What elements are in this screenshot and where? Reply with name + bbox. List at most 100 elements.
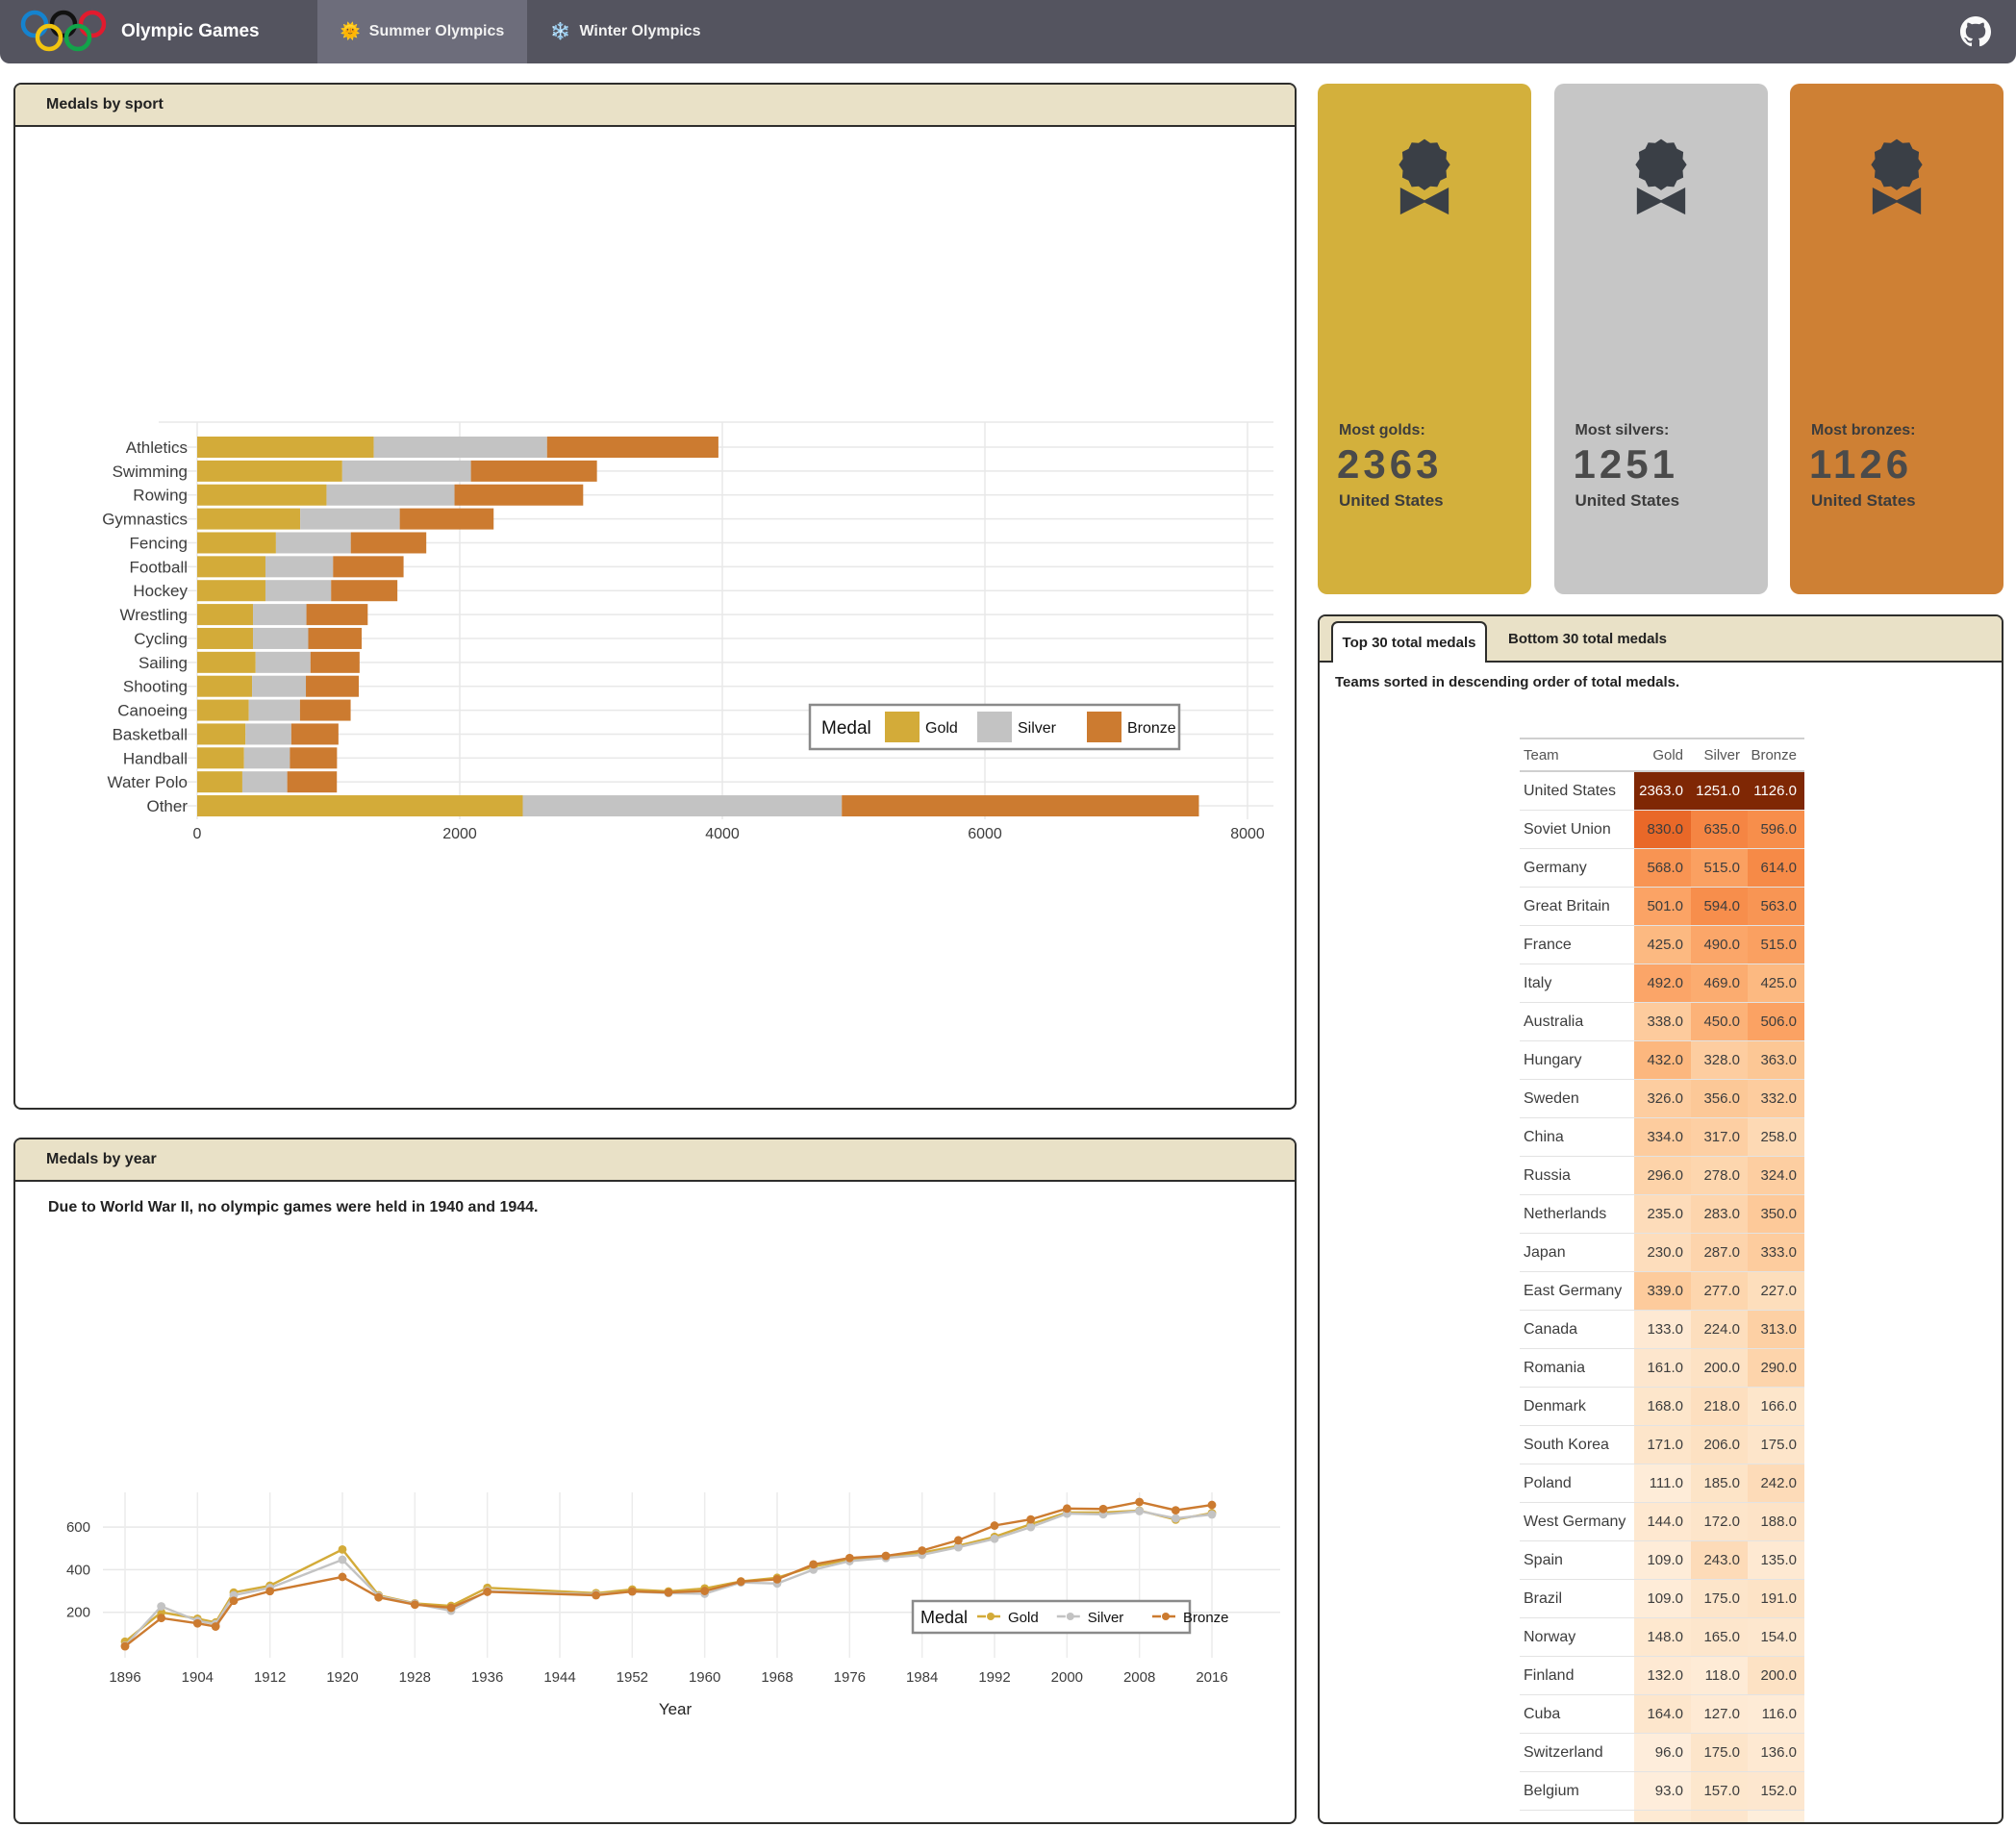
legend-label-silver[interactable]: Silver <box>1088 1610 1124 1626</box>
legend-label-bronze[interactable]: Bronze <box>1127 720 1176 737</box>
team-cell: Soviet Union <box>1520 811 1634 849</box>
x-tick-label: 1976 <box>834 1669 866 1686</box>
table-row: Italy492.0469.0425.0 <box>1520 964 1804 1003</box>
bronze-value-cell: 200.0 <box>1748 1657 1804 1695</box>
legend-swatch-bronze[interactable] <box>1087 712 1121 742</box>
x-tick-label: 1960 <box>689 1669 720 1686</box>
point-silver <box>1026 1523 1035 1532</box>
legend-dot-bronze[interactable] <box>1162 1613 1170 1620</box>
legend-label-bronze[interactable]: Bronze <box>1183 1610 1229 1626</box>
team-cell: Brazil <box>1520 1580 1634 1618</box>
github-icon[interactable] <box>1960 16 1991 47</box>
bar-legend[interactable]: MedalGoldSilverBronze <box>810 705 1179 749</box>
point-bronze <box>592 1591 600 1600</box>
point-bronze <box>212 1622 220 1631</box>
legend-dot-silver[interactable] <box>1067 1613 1074 1620</box>
line-legend[interactable]: MedalGoldSilverBronze <box>913 1601 1229 1633</box>
legend-swatch-silver[interactable] <box>977 712 1012 742</box>
bar-segment-bronze <box>288 771 338 792</box>
bar-segment-bronze <box>333 556 403 577</box>
rosette-circle <box>1399 139 1449 190</box>
bar-segment-gold <box>197 556 265 577</box>
category-label: Wrestling <box>119 606 188 624</box>
tab-winter-olympics[interactable]: ❄️ Winter Olympics <box>527 0 723 63</box>
bar-segment-bronze <box>842 795 1198 816</box>
point-silver <box>339 1556 347 1564</box>
team-cell: Australia <box>1520 1003 1634 1041</box>
silver-value-cell: 356.0 <box>1691 1080 1748 1118</box>
silver-value-cell: 118.0 <box>1691 1657 1748 1695</box>
gold-value-cell: 93.0 <box>1634 1772 1691 1811</box>
category-label: Basketball <box>113 725 188 743</box>
point-silver <box>1208 1511 1217 1519</box>
bar-segment-silver <box>252 676 306 697</box>
silver-value-cell: 317.0 <box>1691 1118 1748 1157</box>
col-gold: Gold <box>1634 738 1691 771</box>
medals-table: Team Gold Silver Bronze United States236… <box>1520 738 1804 1824</box>
point-bronze <box>773 1575 782 1584</box>
legend-label-gold[interactable]: Gold <box>925 720 958 737</box>
most-silvers-team: United States <box>1575 491 1680 511</box>
bar-segment-silver <box>326 485 454 506</box>
legend-label-gold[interactable]: Gold <box>1008 1610 1039 1626</box>
medal-rosette-icon <box>1625 132 1697 238</box>
bronze-value-cell: 290.0 <box>1748 1349 1804 1388</box>
gold-value-cell: 326.0 <box>1634 1080 1691 1118</box>
gold-value-cell: 501.0 <box>1634 888 1691 926</box>
silver-value-cell: 490.0 <box>1691 926 1748 964</box>
tab-summer-label: Summer Olympics <box>369 23 505 40</box>
bronze-value-cell: 191.0 <box>1748 1580 1804 1618</box>
bronze-value-cell: 563.0 <box>1748 888 1804 926</box>
point-bronze <box>447 1604 456 1613</box>
bronze-value-cell: 242.0 <box>1748 1464 1804 1503</box>
legend-swatch-gold[interactable] <box>885 712 920 742</box>
bronze-value-cell: 425.0 <box>1748 964 1804 1003</box>
table-row: Australia338.0450.0506.0 <box>1520 1003 1804 1041</box>
medals-by-year-title: Medals by year <box>15 1139 1295 1182</box>
medals-by-year-panel: Medals by year Due to World War II, no o… <box>13 1138 1297 1824</box>
bronze-value-cell: 227.0 <box>1748 1272 1804 1311</box>
team-cell: Great Britain <box>1520 888 1634 926</box>
gold-value-cell: 338.0 <box>1634 1003 1691 1041</box>
bar-segment-gold <box>197 676 252 697</box>
bar-segment-bronze <box>331 580 397 601</box>
legend-label-silver[interactable]: Silver <box>1018 720 1057 737</box>
gold-value-cell: 130.0 <box>1634 1811 1691 1825</box>
bar-segment-silver <box>245 723 291 744</box>
most-silvers-value: 1251 <box>1574 441 1678 488</box>
team-cell: Poland <box>1520 1464 1634 1503</box>
point-bronze <box>845 1554 854 1563</box>
bronze-value-cell: 363.0 <box>1748 1041 1804 1080</box>
point-bronze <box>918 1546 926 1555</box>
bar-segment-bronze <box>455 485 584 506</box>
tab-bottom-30[interactable]: Bottom 30 total medals <box>1508 616 1667 661</box>
tab-summer-olympics[interactable]: 🌞 Summer Olympics <box>317 0 528 63</box>
point-bronze <box>193 1619 202 1628</box>
point-bronze <box>483 1588 491 1596</box>
bronze-value-cell: 188.0 <box>1748 1503 1804 1541</box>
col-bronze: Bronze <box>1748 738 1804 771</box>
silver-value-cell: 224.0 <box>1691 1311 1748 1349</box>
table-row: Switzerland96.0175.0136.0 <box>1520 1734 1804 1772</box>
team-cell: Germany <box>1520 849 1634 888</box>
y-tick-label: 600 <box>66 1519 90 1536</box>
x-tick-label: 1928 <box>399 1669 431 1686</box>
team-cell: Yugoslavia <box>1520 1811 1634 1825</box>
most-golds-card: Most golds: 2363 United States <box>1318 84 1531 594</box>
x-tick-label: 4000 <box>705 826 740 842</box>
y-tick-label: 200 <box>66 1605 90 1621</box>
point-bronze <box>737 1577 745 1586</box>
gold-value-cell: 168.0 <box>1634 1388 1691 1426</box>
silver-value-cell: 515.0 <box>1691 849 1748 888</box>
point-bronze <box>1172 1506 1180 1514</box>
x-tick-label: 1984 <box>906 1669 938 1686</box>
medal-rosette-icon <box>1389 132 1460 238</box>
tab-top-30[interactable]: Top 30 total medals <box>1331 621 1487 663</box>
gold-value-cell: 425.0 <box>1634 926 1691 964</box>
medals-by-year-chart: 2004006001896190419121920192819361944195… <box>15 1180 1295 1784</box>
bronze-value-cell: 166.0 <box>1748 1388 1804 1426</box>
table-row: Yugoslavia130.0161.092.0 <box>1520 1811 1804 1825</box>
most-bronzes-value: 1126 <box>1809 441 1912 488</box>
silver-value-cell: 1251.0 <box>1691 771 1748 811</box>
legend-dot-gold[interactable] <box>987 1613 995 1620</box>
